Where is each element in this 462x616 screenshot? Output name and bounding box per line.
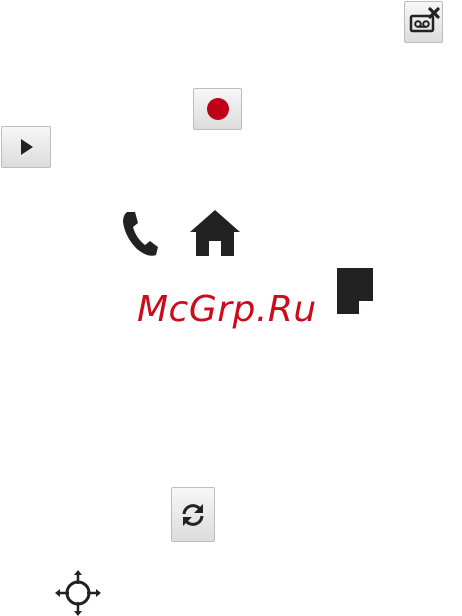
watermark-text: McGrp.Ru: [137, 289, 317, 330]
play-icon: [21, 139, 33, 155]
phone-icon[interactable]: [120, 210, 160, 258]
home-icon[interactable]: [188, 208, 242, 258]
crosshair-icon[interactable]: [55, 570, 101, 616]
record-button[interactable]: [193, 88, 242, 130]
play-button[interactable]: [1, 126, 51, 168]
refresh-button[interactable]: [171, 487, 215, 542]
record-icon: [206, 98, 229, 120]
note-icon[interactable]: [335, 266, 375, 316]
refresh-icon: [182, 503, 204, 526]
voicemail-delete-icon: [409, 7, 440, 33]
voicemail-delete-button[interactable]: [404, 1, 443, 43]
